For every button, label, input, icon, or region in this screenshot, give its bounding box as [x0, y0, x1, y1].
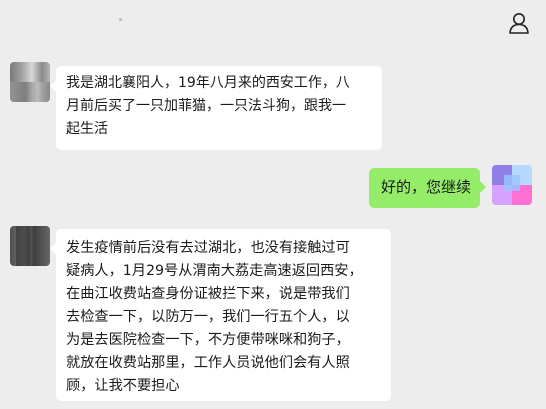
person-icon[interactable]	[506, 10, 532, 36]
message-text-line: 我是湖北襄阳人，19年八月来的西安工作，八	[66, 75, 350, 91]
contact-avatar[interactable]	[10, 226, 50, 266]
message-text-line: 疑病人，1月29号从渭南大荔走高速返回西安，	[66, 263, 363, 279]
self-avatar[interactable]	[492, 165, 532, 205]
message-text-line: 起生活	[66, 121, 108, 137]
top-bar	[0, 0, 546, 50]
message-text-line: 好的，您继续	[381, 178, 472, 196]
message-text-line: 在曲江收费站查身份证被拦下来，说是带我们	[66, 286, 350, 302]
message-text-line: 月前后买了一只加菲猫，一只法斗狗，跟我一	[66, 98, 346, 114]
message-text-line: 为是去医院检查一下，不方便带咪咪和狗子，	[66, 332, 350, 348]
contact-avatar[interactable]	[10, 62, 50, 102]
message-text-line: 就放在收费站那里，工作人员说他们会有人照	[66, 355, 350, 371]
message-bubble-incoming[interactable]: 我是湖北襄阳人，19年八月来的西安工作，八 月前后买了一只加菲猫，一只法斗狗，跟…	[50, 66, 382, 150]
message-bubble-outgoing[interactable]: 好的，您继续	[369, 168, 486, 208]
message-text-line: 顾，让我不要担心	[66, 378, 180, 394]
message-text-line: 去检查一下，以防万一，我们一行五个人，以	[66, 309, 350, 325]
message-text-line: 发生疫情前后没有去过湖北，也没有接触过可	[66, 240, 350, 256]
status-dot	[119, 18, 122, 21]
message-bubble-incoming[interactable]: 发生疫情前后没有去过湖北，也没有接触过可 疑病人，1月29号从渭南大荔走高速返回…	[50, 229, 391, 401]
